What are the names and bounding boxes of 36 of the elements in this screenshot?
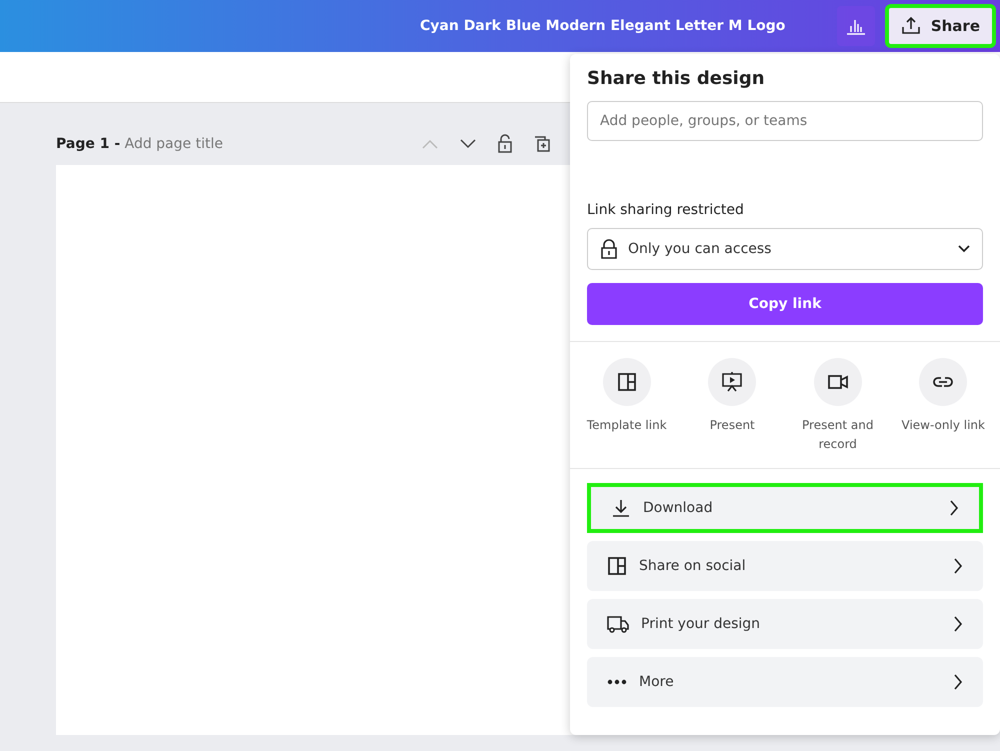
share-option-label: View-only link [902,417,985,434]
share-menu-item[interactable]: Download [587,483,983,533]
layout-icon [616,372,637,392]
chevron-right-icon [953,558,963,574]
copy-link-button[interactable]: Copy link [587,283,983,325]
share-option-label: Present [710,417,755,434]
design-title[interactable]: Cyan Dark Blue Modern Elegant Letter M Logo [420,18,837,34]
page-title[interactable]: Page 1 - Add page title [56,136,223,152]
share-menu-item[interactable]: Print your design [587,599,983,649]
video-camera-icon [826,373,849,391]
duplicate-icon[interactable] [533,135,551,153]
share-menu-item[interactable]: More [587,657,983,707]
link-icon [932,375,954,389]
chevron-right-icon [949,500,959,516]
more-icon [607,679,627,685]
download-icon [611,498,631,518]
insights-button[interactable] [836,6,875,46]
panel-heading: Share this design [587,68,766,89]
lock-icon [600,239,618,259]
access-dropdown[interactable]: Only you can access [587,228,983,270]
bar-chart-icon [846,17,866,35]
people-field[interactable]: Add people, groups, or teams [587,101,983,141]
presentation-icon [721,371,744,393]
chevron-right-icon [953,616,963,632]
share-menu-item[interactable]: Share on social [587,541,983,591]
layout-icon [607,556,627,576]
share-button[interactable]: Share [884,4,996,48]
chevron-down-icon[interactable] [459,138,477,150]
unlock-icon[interactable] [497,134,513,154]
upload-icon [900,16,921,36]
link-sharing-label: Link sharing restricted [587,202,745,218]
chevron-down-icon [958,245,970,253]
chevron-right-icon [953,674,963,690]
share-option-label: Present and record [801,417,874,453]
share-option-label: Template link [586,417,667,434]
truck-icon [607,615,629,633]
